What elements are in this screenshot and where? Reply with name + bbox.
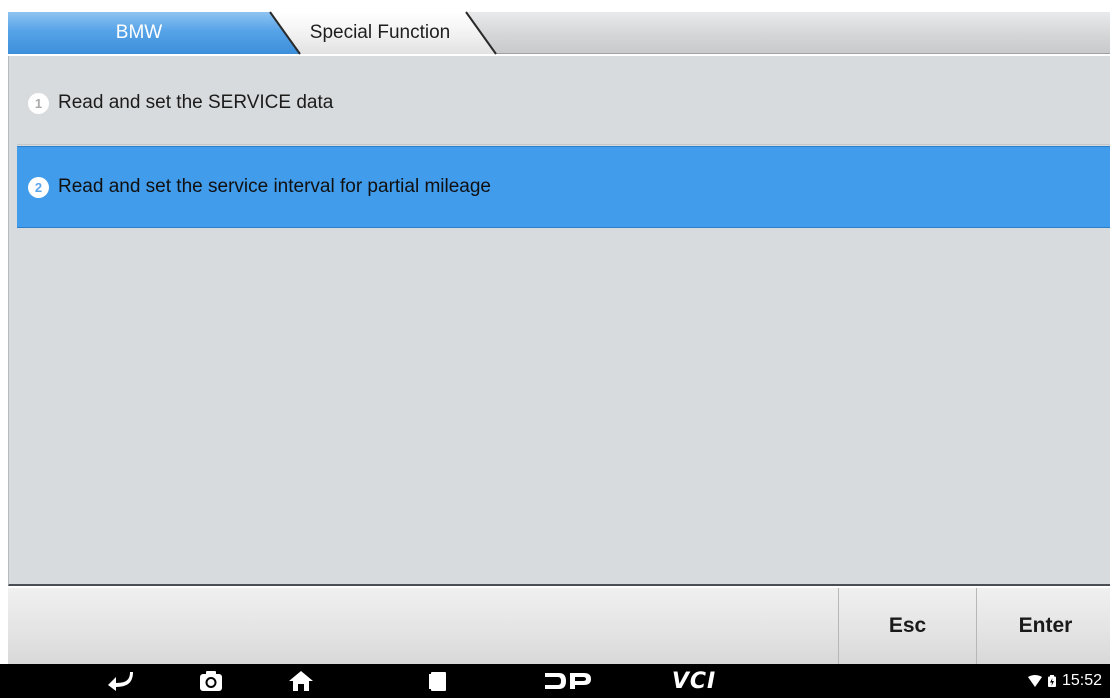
screenshot-button[interactable] xyxy=(181,664,241,698)
item-number-badge: 2 xyxy=(28,176,49,198)
menu-item-service-data[interactable]: 1 Read and set the SERVICE data xyxy=(17,62,1110,144)
function-menu-panel: 1 Read and set the SERVICE data 2 Read a… xyxy=(8,56,1110,586)
status-area: 15:52 xyxy=(1027,664,1102,698)
dp-icon xyxy=(545,673,591,689)
home-icon xyxy=(289,671,313,691)
action-bar: Esc Enter xyxy=(8,588,1110,664)
home-button[interactable] xyxy=(271,664,331,698)
esc-button[interactable]: Esc xyxy=(838,588,976,664)
wifi-icon xyxy=(1027,675,1042,687)
vci-icon: VCI xyxy=(671,668,717,694)
breadcrumb-item-label: Special Function xyxy=(309,22,451,43)
dp-app-button[interactable] xyxy=(533,664,603,698)
menu-item-label: Read and set the service interval for pa… xyxy=(58,176,492,197)
menu-item-service-interval[interactable]: 2 Read and set the service interval for … xyxy=(17,146,1110,228)
battery-icon xyxy=(1047,675,1056,687)
recent-apps-button[interactable] xyxy=(408,664,468,698)
breadcrumb-separator-icon xyxy=(465,11,497,55)
breadcrumb-item-bmw[interactable]: BMW xyxy=(8,12,300,54)
back-button[interactable] xyxy=(91,664,151,698)
camera-icon xyxy=(200,671,222,691)
menu-item-label: Read and set the SERVICE data xyxy=(58,92,334,113)
divider xyxy=(17,144,1110,145)
enter-button[interactable]: Enter xyxy=(976,588,1110,664)
system-nav-bar: VCI 15:52 xyxy=(0,664,1110,698)
item-number-badge: 1 xyxy=(28,92,49,114)
breadcrumb-separator-icon xyxy=(269,11,301,55)
breadcrumb-item-label: BMW xyxy=(115,22,163,43)
vci-app-button[interactable]: VCI xyxy=(659,664,729,698)
back-icon xyxy=(108,672,133,691)
recent-apps-icon xyxy=(429,672,446,691)
breadcrumb: BMW Special Function xyxy=(8,11,1110,55)
app-window: BMW Special Function 1 Read and set the … xyxy=(0,0,1110,698)
clock: 15:52 xyxy=(1061,672,1102,689)
